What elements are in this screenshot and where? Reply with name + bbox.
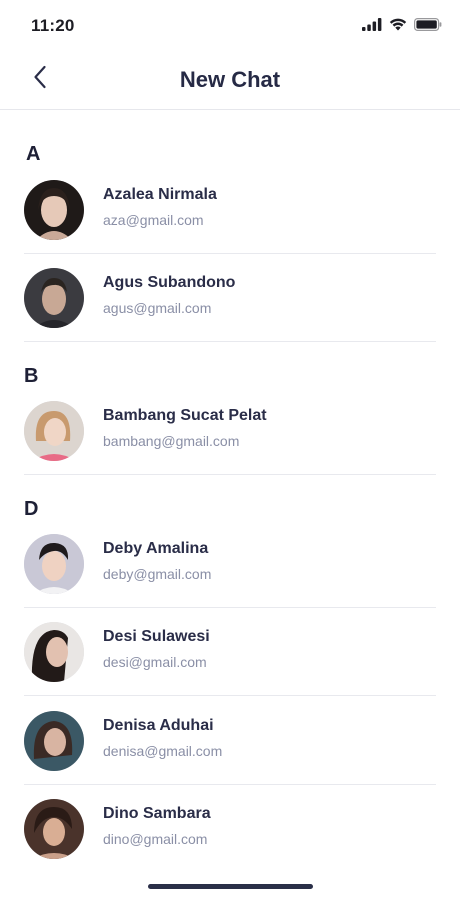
- contact-name: Bambang Sucat Pelat: [103, 407, 267, 424]
- contact-email: dino@gmail.com: [103, 831, 208, 847]
- contact-name: Desi Sulawesi: [103, 628, 210, 645]
- signal-icon: [362, 17, 382, 31]
- battery-icon: [414, 17, 442, 31]
- contact-name: Denisa Aduhai: [103, 717, 214, 734]
- home-indicator: [148, 884, 313, 889]
- contact-email: agus@gmail.com: [103, 300, 212, 316]
- avatar: [24, 180, 84, 240]
- contact-row-desi[interactable]: Desi Sulawesi desi@gmail.com: [24, 608, 436, 696]
- contact-email: desi@gmail.com: [103, 654, 207, 670]
- section-header-d: D: [24, 474, 436, 521]
- avatar: [24, 799, 84, 859]
- avatar: [24, 401, 84, 461]
- contact-name: Azalea Nirmala: [103, 186, 217, 203]
- contact-row-bambang[interactable]: Bambang Sucat Pelat bambang@gmail.com: [24, 387, 436, 475]
- contact-row-agus[interactable]: Agus Subandono agus@gmail.com: [24, 254, 436, 342]
- contact-row-deby[interactable]: Deby Amalina deby@gmail.com: [24, 520, 436, 608]
- avatar: [24, 268, 84, 328]
- contact-row-denisa[interactable]: Denisa Aduhai denisa@gmail.com: [24, 697, 436, 785]
- contact-row-azalea[interactable]: Azalea Nirmala aza@gmail.com: [24, 166, 436, 254]
- contact-name: Deby Amalina: [103, 540, 209, 557]
- section-header-a: A: [26, 143, 41, 165]
- status-time: 11:20: [31, 16, 75, 35]
- page-title: New Chat: [179, 67, 281, 92]
- contact-name: Dino Sambara: [103, 805, 211, 822]
- status-icons: [362, 17, 442, 31]
- section-header-b: B: [24, 341, 436, 388]
- contact-email: bambang@gmail.com: [103, 433, 240, 449]
- avatar: [24, 534, 84, 594]
- contact-email: deby@gmail.com: [103, 566, 212, 582]
- contact-name: Agus Subandono: [103, 274, 236, 291]
- divider: [24, 695, 436, 696]
- wifi-icon: [389, 17, 407, 31]
- contact-email: aza@gmail.com: [103, 212, 204, 228]
- header: New Chat: [0, 52, 460, 110]
- status-bar: 11:20: [0, 0, 460, 50]
- avatar: [24, 622, 84, 682]
- avatar: [24, 711, 84, 771]
- contact-row-dino[interactable]: Dino Sambara dino@gmail.com: [24, 785, 436, 873]
- contact-email: denisa@gmail.com: [103, 743, 223, 759]
